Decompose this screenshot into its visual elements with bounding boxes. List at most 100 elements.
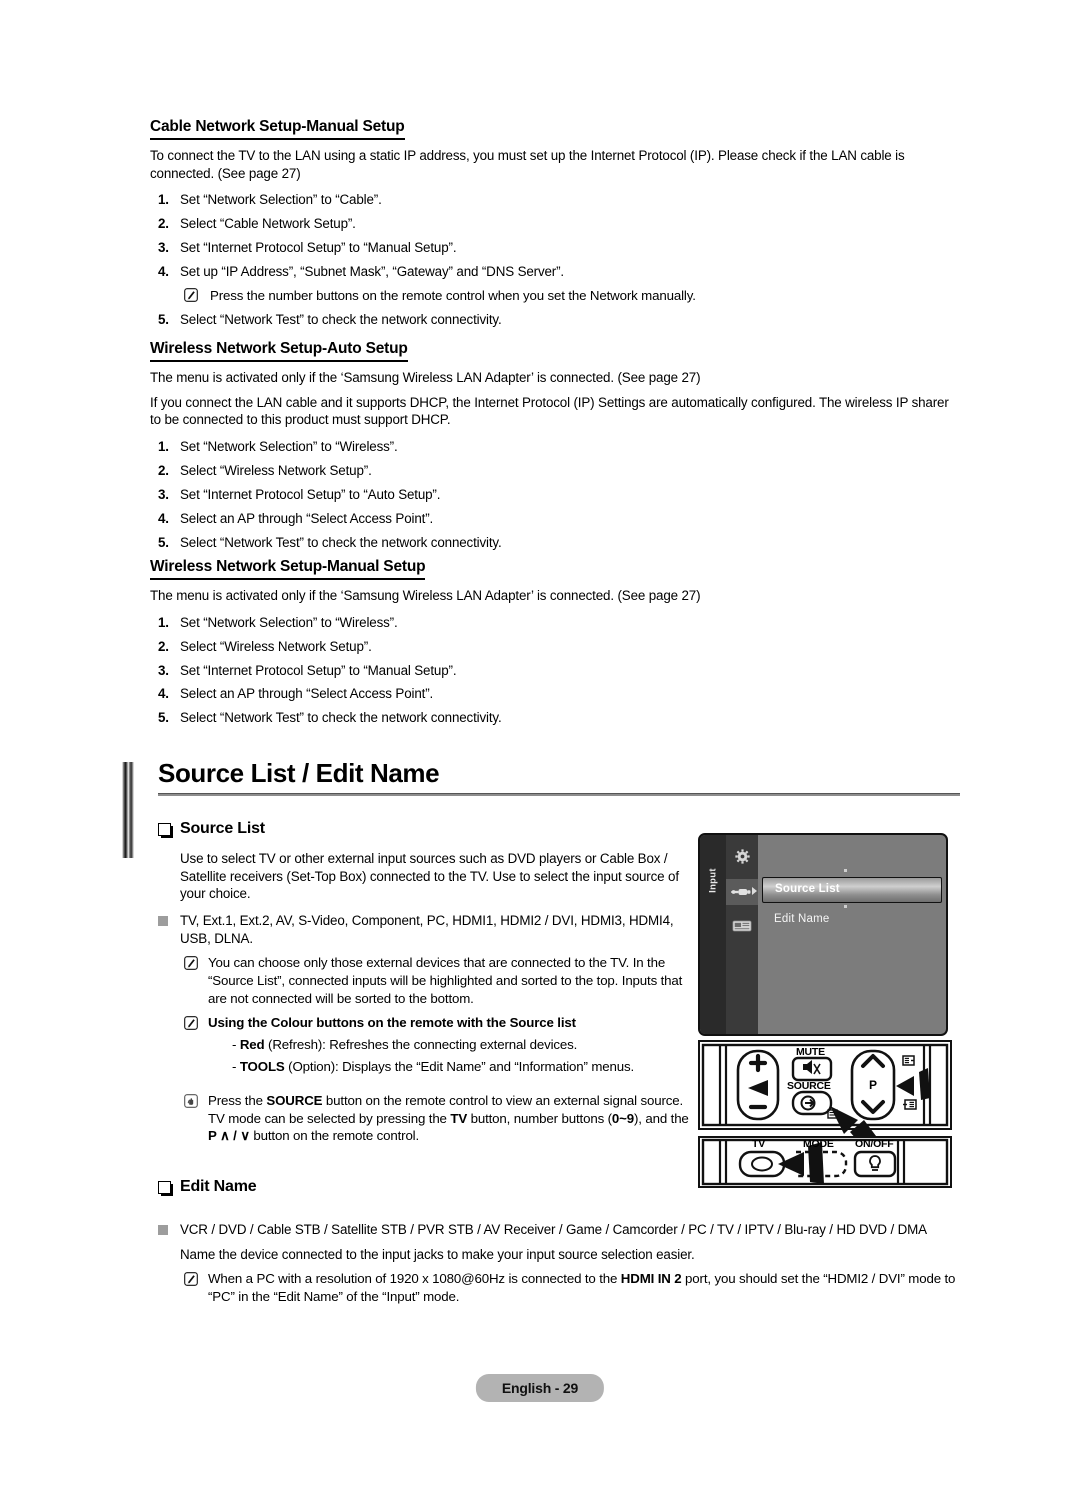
note-press-source: Press the SOURCE button on the remote co… [136,1092,696,1145]
number-range: 0~9 [611,1110,634,1126]
osd-tick-bottom [844,905,847,908]
step-number: 3. [158,486,169,502]
section-intro: To connect the TV to the LAN using a sta… [150,148,905,181]
note-pencil-icon [184,1272,198,1287]
square-bullet-icon [158,916,168,927]
box-bullet-icon [158,1181,171,1194]
note-text: Press the SOURCE button on the remote co… [208,1093,689,1144]
step-number: 2. [158,462,169,478]
step-number: 1. [158,439,169,455]
step-number: 4. [158,264,169,280]
step-number: 4. [158,510,169,526]
step-text: Select “Wireless Network Setup”. [180,462,372,478]
step-text: Set up “IP Address”, “Subnet Mask”, “Gat… [180,264,564,280]
note-row: Press the number buttons on the remote c… [150,287,962,305]
colour-button-red: - Red (Refresh): Refreshes the connectin… [232,1037,578,1053]
devices-text: VCR / DVD / Cable STB / Satellite STB / … [180,1222,927,1237]
step-text: Select “Network Test” to check the netwo… [180,710,502,726]
step-number: 2. [158,638,169,654]
step-number: 3. [158,240,169,256]
note-text: When a PC with a resolution of 1920 x 10… [208,1271,956,1305]
colour-button-tools: - TOOLS (Option): Displays the “Edit Nam… [232,1059,635,1075]
step-item: 5. Select “Network Test” to check the net… [150,709,962,726]
osd-menu-body: Source List Edit Name [758,835,946,1034]
section-wireless-manual: Wireless Network Setup-Manual Setup The … [150,558,962,733]
step-text: Select “Wireless Network Setup”. [180,638,372,654]
note-colour-buttons: Using the Colour buttons on the remote w… [136,1014,696,1032]
step-number: 2. [158,216,169,232]
step-list: 1. Set “Network Selection” to “Wireless”.… [150,438,962,551]
main-section: Source List / Edit Name [122,758,960,858]
step-item: 4. Select an AP through “Select Access Po… [150,510,962,527]
card-icon[interactable] [726,913,758,939]
step-item: 3. Set “Internet Protocol Setup” to “Manu… [150,662,962,679]
box-bullet-icon [158,823,171,836]
step-text: Select “Network Test” to check the netwo… [180,534,502,550]
subsection-heading-text: Source List [180,820,265,837]
title-rule [158,793,960,796]
remote-body-lower: TV MODE ON/OFF [698,1136,952,1188]
onoff-label: ON/OFF [855,1138,894,1150]
osd-selection-caret [752,887,757,895]
step-item: 1. Set “Network Selection” to “Cable”. [150,191,962,208]
inputs-text: TV, Ext.1, Ext.2, AV, S-Video, Component… [180,913,674,946]
note-text: You can choose only those external devic… [208,955,683,1006]
source-key: SOURCE [266,1093,323,1108]
step-list-cont: 5. Select “Network Test” to check the net… [150,311,962,328]
osd-rail-label: Input [707,868,719,893]
osd-item-edit-name[interactable]: Edit Name [762,907,830,931]
step-item: 1. Set “Network Selection” to “Wireless”. [150,614,962,631]
manual-page: Cable Network Setup-Manual Setup To conn… [0,0,1080,1488]
note-pencil-icon [184,956,198,971]
section-intro-1: The menu is activated only if the ‘Samsu… [150,370,701,385]
note-pencil-icon [184,288,198,302]
section-heading: Wireless Network Setup-Auto Setup [150,340,408,362]
osd-panel: Input Source List Edit Name [698,833,948,1036]
section-heading: Cable Network Setup-Manual Setup [150,118,405,140]
step-text: Set “Network Selection” to “Wireless”. [180,614,398,630]
step-text: Set “Network Selection” to “Cable”. [180,192,382,208]
mode-label: MODE [803,1138,834,1150]
section-intro-2: If you connect the LAN cable and it supp… [150,394,949,428]
section-heading: Wireless Network Setup-Manual Setup [150,558,426,580]
hdmi-in-2-key: HDMI IN 2 [620,1271,682,1287]
section-wireless-auto: Wireless Network Setup-Auto Setup The me… [150,340,962,558]
step-text: Set “Internet Protocol Setup” to “Manual… [180,662,457,678]
remote-lower-panel: TV MODE ON/OFF [698,1136,952,1188]
osd-icon-column [726,835,758,1034]
mute-label: MUTE [796,1046,825,1058]
edit-name-paragraph: Name the device connected to the input j… [180,1246,695,1262]
step-text: Select an AP through “Select Access Poin… [180,510,434,526]
section-intro: The menu is activated only if the ‘Samsu… [150,588,701,603]
step-list: 1. Set “Network Selection” to “Wireless”.… [150,614,962,727]
step-number: 1. [158,192,169,208]
note-text: Press the number buttons on the remote c… [210,288,696,304]
step-text: Select “Cable Network Setup”. [180,216,356,232]
devices-row: VCR / DVD / Cable STB / Satellite STB / … [136,1221,962,1239]
note-press-icon [184,1094,198,1108]
gear-icon[interactable] [726,843,758,869]
subsection-source-list: Source List Use to select TV or other ex… [136,800,696,1145]
subsection-edit-name: Edit Name VCR / DVD / Cable STB / Satell… [136,1178,962,1306]
tools-desc: (Option): Displays the “Edit Name” and “… [284,1059,635,1075]
step-text: Set “Internet Protocol Setup” to “Auto S… [180,486,441,502]
step-number: 4. [158,686,169,702]
step-item: 4. Select an AP through “Select Access Po… [150,685,962,702]
section-cable-manual: Cable Network Setup-Manual Setup To conn… [150,118,962,335]
step-item: 3. Set “Internet Protocol Setup” to “Auto… [150,486,962,503]
tools-key: TOOLS [239,1059,285,1075]
step-item: 3. Set “Internet Protocol Setup” to “Manu… [150,239,962,256]
note-pc-resolution: When a PC with a resolution of 1920 x 10… [136,1270,962,1305]
tv-key: TV [450,1110,468,1126]
page-footer-badge: English - 29 [475,1374,605,1402]
osd-item-source-list[interactable]: Source List [762,877,942,903]
red-desc: (Refresh): Refreshes the connecting exte… [264,1037,578,1053]
step-item: 5. Select “Network Test” to check the net… [150,311,962,328]
step-number: 3. [158,662,169,678]
step-item: 4. Set up “IP Address”, “Subnet Mask”, “G… [150,263,962,280]
step-item: 1. Set “Network Selection” to “Wireless”. [150,438,962,455]
note-connected-devices: You can choose only those external devic… [136,954,696,1007]
osd-sidebar: Input [700,835,726,1034]
tv-label: TV [752,1138,766,1150]
section-accent-bar [122,762,134,858]
